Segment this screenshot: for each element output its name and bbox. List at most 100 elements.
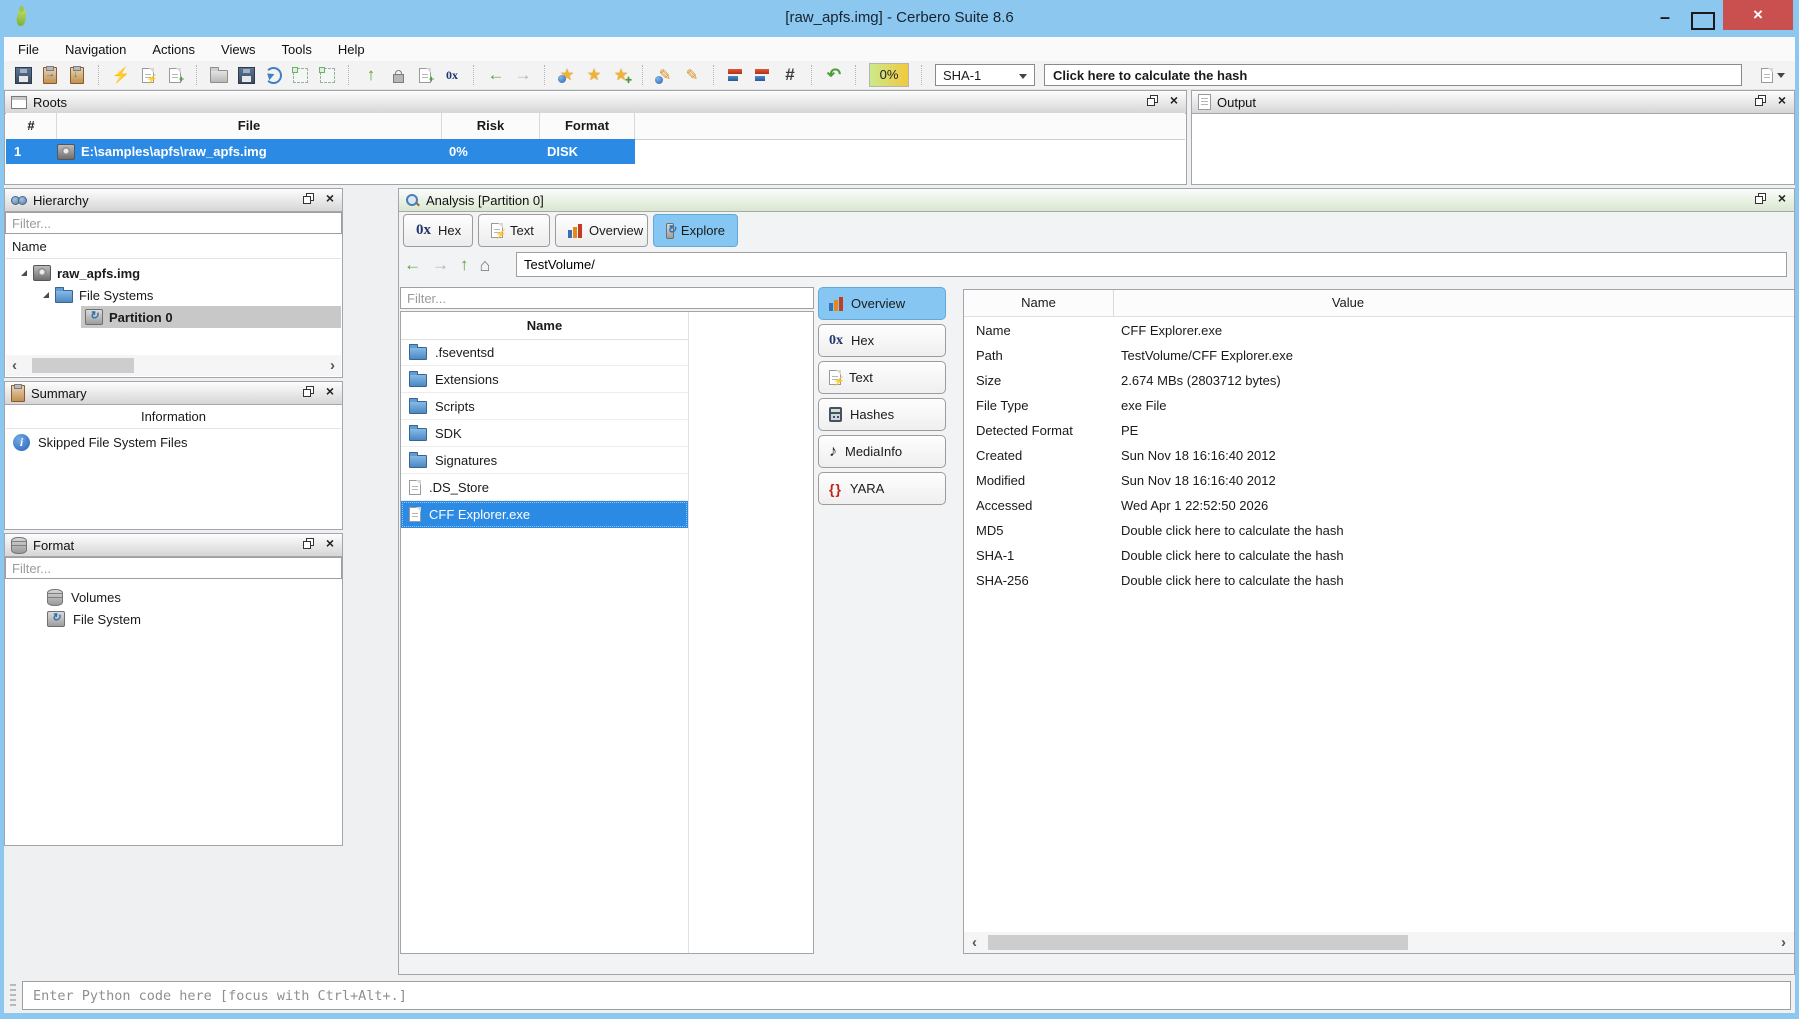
roots-panel-titlebar[interactable]: Roots ×	[5, 91, 1186, 114]
page-menu-icon[interactable]	[1761, 68, 1773, 83]
menu-tools[interactable]: Tools	[281, 42, 311, 57]
tab-overview[interactable]: Overview	[555, 214, 648, 247]
undo-icon[interactable]: ↶	[825, 66, 843, 84]
hex-search-icon[interactable]: 0x	[443, 66, 461, 84]
save-icon[interactable]	[14, 66, 32, 84]
float-panel-icon[interactable]	[1755, 193, 1766, 204]
lock-icon[interactable]	[389, 66, 407, 84]
hash-algorithm-select[interactable]: SHA-1	[935, 64, 1035, 86]
detail-row-modified[interactable]: Modified Sun Nov 18 16:16:40 2012	[964, 468, 1794, 493]
file-row-extensions[interactable]: Extensions	[401, 366, 688, 393]
float-panel-icon[interactable]	[1147, 95, 1158, 106]
close-panel-icon[interactable]: ×	[326, 386, 334, 397]
file-row-fseventsd[interactable]: .fseventsd	[401, 339, 688, 366]
file-row-scripts[interactable]: Scripts	[401, 393, 688, 420]
minimize-button[interactable]: –	[1650, 6, 1680, 30]
file-scan-icon[interactable]: ⚡	[139, 66, 157, 84]
scrollbar-thumb[interactable]	[988, 935, 1408, 950]
drag-handle-icon[interactable]	[10, 984, 16, 1008]
hash-tool-icon[interactable]: #	[781, 66, 799, 84]
tab-explore[interactable]: Explore	[653, 214, 738, 247]
tab-text[interactable]: ⚡ Text	[478, 214, 550, 247]
detail-row-file-type[interactable]: File Type exe File	[964, 393, 1794, 418]
float-panel-icon[interactable]	[303, 538, 314, 549]
summary-item[interactable]: i Skipped File System Files	[13, 431, 188, 453]
extract-icon[interactable]: ↑	[362, 66, 380, 84]
output-panel-titlebar[interactable]: Output ×	[1192, 91, 1794, 114]
sidetab-hex[interactable]: 0x Hex	[818, 324, 946, 357]
quick-scan-icon[interactable]: ⚡	[112, 66, 130, 84]
roots-col-file[interactable]: File	[57, 113, 442, 139]
scroll-left-icon[interactable]: ‹	[12, 355, 17, 376]
menu-actions[interactable]: Actions	[152, 42, 195, 57]
file-list-column-header[interactable]: Name	[401, 312, 688, 340]
title-bar[interactable]: [raw_apfs.img] - Cerbero Suite 8.6 – ×	[0, 0, 1799, 37]
close-panel-icon[interactable]: ×	[326, 538, 334, 549]
float-panel-icon[interactable]	[303, 193, 314, 204]
file-row-cff-explorer[interactable]: CFF Explorer.exe	[401, 501, 688, 528]
hierarchy-panel-titlebar[interactable]: Hierarchy ×	[5, 189, 342, 212]
details-hscrollbar[interactable]: ‹ ›	[964, 932, 1794, 953]
nav-home-icon[interactable]: ⌂	[480, 255, 491, 276]
toolbar-overflow[interactable]	[1761, 68, 1785, 83]
detail-row-size[interactable]: Size 2.674 MBs (2803712 bytes)	[964, 368, 1794, 393]
bookmark-globe-icon[interactable]: ★	[558, 66, 576, 84]
expander-icon[interactable]	[43, 292, 49, 298]
nav-up-icon[interactable]: ↑	[460, 255, 469, 275]
roots-table-row[interactable]: 1 E:\samples\apfs\raw_apfs.img 0% DISK	[6, 139, 635, 164]
close-panel-icon[interactable]: ×	[1778, 193, 1786, 204]
tree-node-partition-0[interactable]: Partition 0	[81, 306, 341, 328]
bookmark-icon[interactable]: ★	[585, 66, 603, 84]
float-panel-icon[interactable]	[303, 386, 314, 397]
file-add-icon[interactable]: +	[166, 66, 184, 84]
sidetab-mediainfo[interactable]: ♪ MediaInfo	[818, 435, 946, 468]
float-panel-icon[interactable]	[1755, 95, 1766, 106]
annotate-icon[interactable]: ✎	[683, 66, 701, 84]
add-page-icon[interactable]: +	[416, 66, 434, 84]
nav-forward-icon[interactable]: →	[432, 255, 449, 275]
menu-file[interactable]: File	[18, 42, 39, 57]
close-panel-icon[interactable]: ×	[1778, 95, 1786, 106]
python-code-input[interactable]: Enter Python code here [focus with Ctrl+…	[22, 981, 1791, 1010]
roots-col-num[interactable]: #	[6, 113, 57, 139]
select-region-alt-icon[interactable]	[318, 66, 336, 84]
details-col-value[interactable]: Value	[1114, 290, 1582, 316]
annotate-globe-icon[interactable]: ✎	[656, 66, 674, 84]
window-new-icon[interactable]	[210, 66, 228, 84]
clipboard-copy-icon[interactable]	[41, 66, 59, 84]
detail-row-accessed[interactable]: Accessed Wed Apr 1 22:52:50 2026	[964, 493, 1794, 518]
hash-calculate-field[interactable]: Click here to calculate the hash	[1044, 64, 1742, 86]
detail-row-created[interactable]: Created Sun Nov 18 16:16:40 2012	[964, 443, 1794, 468]
format-panel-titlebar[interactable]: Format ×	[5, 534, 342, 557]
nav-back-icon[interactable]: ←	[404, 255, 421, 275]
tree-node-raw-apfs[interactable]: raw_apfs.img	[21, 262, 140, 284]
detail-row-path[interactable]: Path TestVolume/CFF Explorer.exe	[964, 343, 1794, 368]
detail-row-md5[interactable]: MD5 Double click here to calculate the h…	[964, 518, 1794, 543]
file-row-sdk[interactable]: SDK	[401, 420, 688, 447]
layout-bars-lock-icon[interactable]	[754, 66, 772, 84]
analysis-panel-titlebar[interactable]: Analysis [Partition 0] ×	[399, 189, 1794, 212]
format-item-volumes[interactable]: Volumes	[47, 586, 121, 608]
detail-row-name[interactable]: Name CFF Explorer.exe	[964, 318, 1794, 343]
hierarchy-filter-input[interactable]	[5, 212, 342, 234]
close-button[interactable]: ×	[1723, 0, 1793, 30]
save-all-icon[interactable]	[237, 66, 255, 84]
sidetab-text[interactable]: ⚡ Text	[818, 361, 946, 394]
sidetab-overview[interactable]: Overview	[818, 287, 946, 320]
scroll-right-icon[interactable]: ›	[330, 355, 335, 376]
clipboard-paste-icon[interactable]	[68, 66, 86, 84]
layout-bars-icon[interactable]	[727, 66, 745, 84]
maximize-button[interactable]	[1691, 12, 1715, 30]
history-back-icon[interactable]: ←	[487, 66, 505, 84]
file-row-ds-store[interactable]: .DS_Store	[401, 474, 688, 501]
file-row-signatures[interactable]: Signatures	[401, 447, 688, 474]
roots-col-risk[interactable]: Risk	[442, 113, 540, 139]
hierarchy-column-header[interactable]: Name	[6, 235, 341, 259]
history-forward-icon[interactable]: →	[514, 66, 532, 84]
select-region-icon[interactable]	[291, 66, 309, 84]
format-item-file-system[interactable]: File System	[47, 608, 141, 630]
path-input[interactable]	[516, 252, 1787, 277]
close-panel-icon[interactable]: ×	[1170, 95, 1178, 106]
tree-node-file-systems[interactable]: File Systems	[43, 284, 153, 306]
menu-navigation[interactable]: Navigation	[65, 42, 126, 57]
